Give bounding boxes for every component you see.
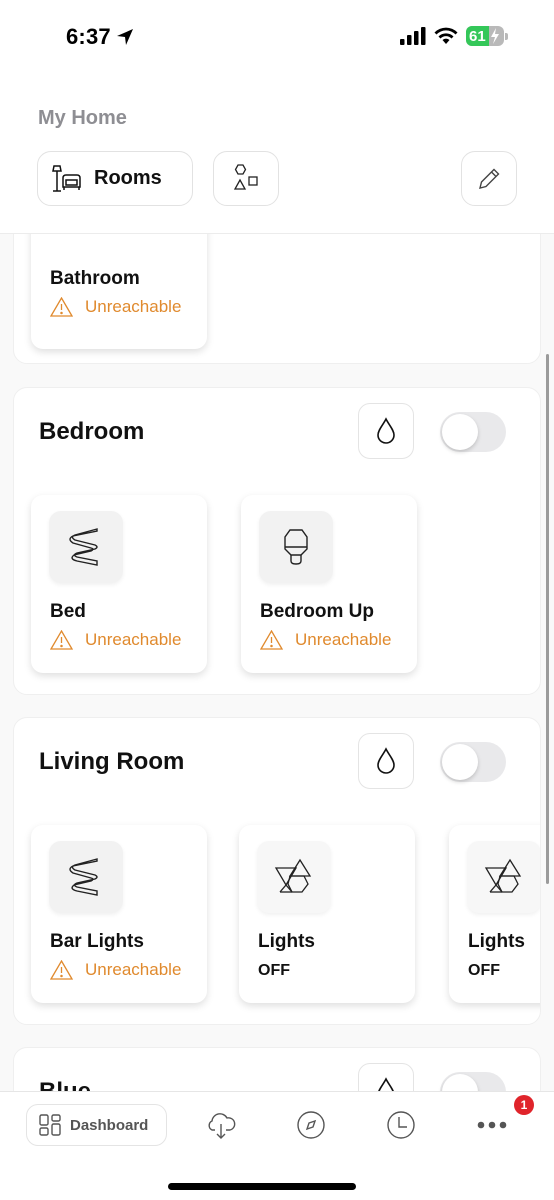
room-title: Bedroom [39,418,145,445]
battery-level-text: 61 [469,27,486,45]
signal-icon [400,27,426,45]
page-title: My Home [38,107,127,129]
tab-dashboard[interactable]: Dashboard [26,1104,167,1146]
header: My Home Rooms [0,80,554,234]
tab-history[interactable] [384,1108,418,1142]
bulb-icon [284,529,308,565]
location-arrow-icon [116,29,133,45]
status-icons: 61 [400,26,508,46]
tab-cloud-download[interactable] [204,1108,238,1142]
shapes-panel-icon [274,858,312,893]
rooms-list[interactable]: Bathroom Unreachable Bedroom Bed Unreach… [0,234,554,1092]
device-status: Unreachable [260,630,391,650]
room-card-bathroom: Bathroom Unreachable [13,234,541,364]
droplet-icon [377,417,395,444]
tab-more[interactable] [475,1108,509,1142]
device-icon-wrap [49,511,123,583]
device-name: Lights [468,931,525,952]
lamp-sofa-icon [52,164,81,192]
room-color-button[interactable] [358,403,414,459]
room-color-button[interactable] [358,1063,414,1092]
tab-discover[interactable] [294,1108,328,1142]
notification-badge: 1 [514,1095,534,1115]
droplet-icon [377,1077,395,1092]
room-card-living-room: Living Room Bar Lights Unreachable Light… [13,717,541,1025]
cloud-download-icon [208,1113,236,1139]
device-status-text: Unreachable [85,630,182,649]
room-color-button[interactable] [358,733,414,789]
lightstrip-icon [69,528,98,566]
device-icon-wrap [259,511,333,583]
device-card[interactable]: Lights OFF [239,825,415,1003]
warning-icon [50,630,73,650]
room-card-bedroom: Bedroom Bed Unreachable Bedroom Up Unrea… [13,387,541,695]
device-status-text: Unreachable [85,297,182,316]
time-text: 6:37 [66,24,111,49]
charging-bolt-icon [491,28,499,44]
warning-icon [50,297,73,317]
device-status: Unreachable [50,297,181,317]
room-title: Living Room [39,748,185,775]
device-status-text: OFF [468,962,500,979]
device-status: Unreachable [50,630,181,650]
room-toggle[interactable] [440,742,506,782]
rooms-button[interactable]: Rooms [37,151,193,206]
shapes-icon [233,163,258,190]
room-card-blue: Blue [13,1047,541,1092]
device-icon-wrap [467,841,540,913]
status-time: 6:37 [66,24,134,50]
device-card[interactable]: Bed Unreachable [31,495,207,673]
status-bar: 6:37 61 [0,0,554,80]
rooms-button-label: Rooms [94,167,162,189]
device-status-text: OFF [258,962,290,979]
edit-button[interactable] [461,151,517,206]
device-card[interactable]: Lights OFF [449,825,540,1003]
battery-indicator: 61 [466,26,508,46]
scrollbar[interactable] [546,354,549,884]
clock-icon [387,1111,415,1139]
device-name: Bathroom [50,268,140,289]
compass-icon [297,1111,325,1139]
device-icon-wrap [49,841,123,913]
device-card[interactable]: Bathroom Unreachable [31,234,207,349]
device-name: Bedroom Up [260,601,374,622]
room-title: Blue [39,1078,92,1092]
device-name: Bar Lights [50,931,144,952]
device-name: Bed [50,601,86,622]
device-card[interactable]: Bar Lights Unreachable [31,825,207,1003]
home-indicator[interactable] [168,1183,356,1190]
device-status-text: Unreachable [295,630,392,649]
tab-dashboard-label: Dashboard [70,1116,149,1134]
pencil-icon [479,168,500,189]
room-toggle[interactable] [440,1072,506,1092]
device-icon-wrap [257,841,331,913]
wifi-icon [434,27,458,44]
device-name: Lights [258,931,315,952]
droplet-icon [377,747,395,774]
warning-icon [50,960,73,980]
dashboard-icon [39,1114,61,1136]
lightstrip-icon [69,858,98,896]
device-status-text: Unreachable [85,960,182,979]
device-card[interactable]: Bedroom Up Unreachable [241,495,417,673]
device-status: Unreachable [50,960,181,980]
room-toggle[interactable] [440,412,506,452]
shapes-button[interactable] [213,151,279,206]
more-dots-icon [477,1121,507,1129]
warning-icon [260,630,283,650]
shapes-panel-icon [484,858,522,893]
